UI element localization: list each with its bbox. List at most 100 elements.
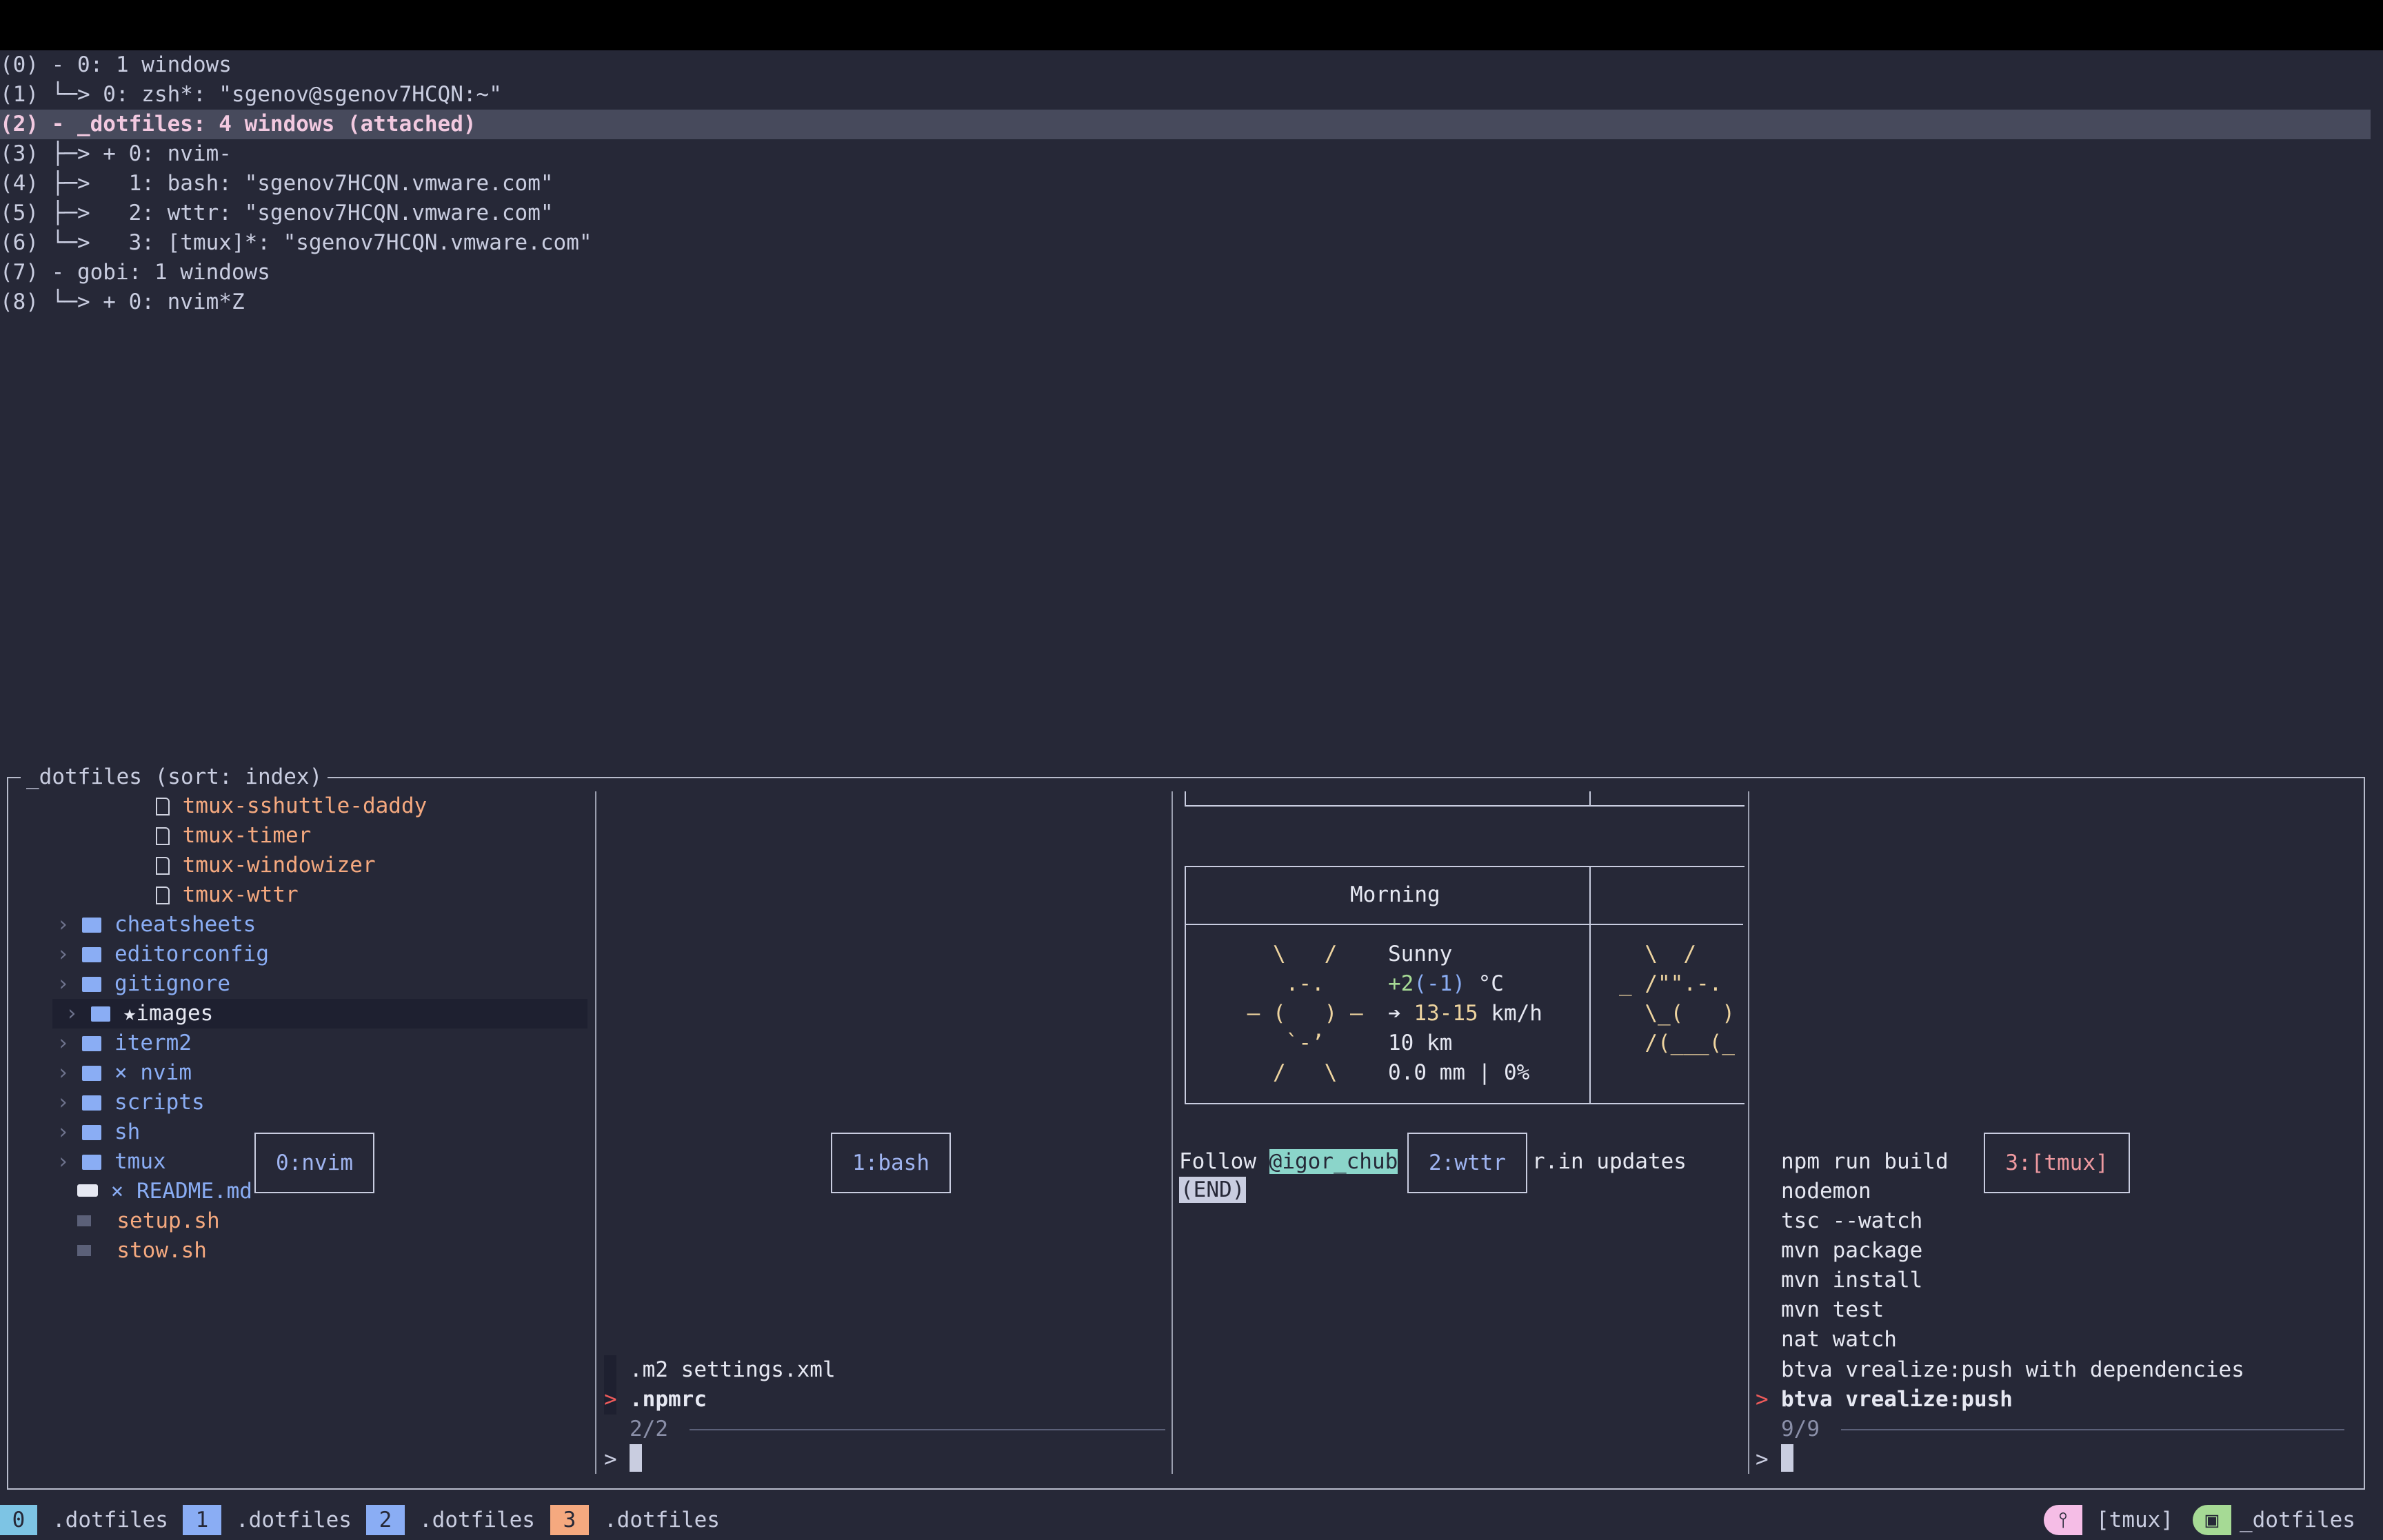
folder-icon	[82, 947, 102, 962]
list-item[interactable]: .m2 settings.xml	[630, 1355, 836, 1385]
list-item[interactable]: nat watch	[1781, 1325, 1897, 1355]
list-item-selected[interactable]: btva vrealize:push	[1781, 1385, 2013, 1415]
status-bar	[0, 1504, 2383, 1540]
list-item[interactable]: btva vrealize:push with dependencies	[1781, 1355, 2244, 1385]
text-cursor	[1781, 1444, 1794, 1472]
tree-row[interactable]: (8) └─> + 0: nvim*Z	[0, 287, 245, 317]
chevron-right-icon: ›	[57, 1119, 70, 1144]
file-icon	[156, 857, 170, 875]
folder-icon	[91, 1006, 111, 1022]
modified-icon: ×	[110, 1179, 137, 1204]
chevron-right-icon: ›	[57, 942, 70, 966]
tree-row-selected[interactable]: (2) - _dotfiles: 4 windows (attached)	[0, 110, 2371, 139]
window-tab-name[interactable]: .dotfiles	[419, 1505, 535, 1535]
fzf-prompt[interactable]: >	[604, 1444, 643, 1475]
window-tab-name-active[interactable]: .dotfiles	[604, 1505, 720, 1535]
tree-folder[interactable]: › gitignore	[57, 969, 230, 999]
pane-label-wttr[interactable]: 2:wttr	[1407, 1133, 1527, 1193]
follow-notice-suffix: r.in updates	[1532, 1149, 1687, 1174]
folder-icon	[82, 1155, 102, 1170]
tree-row[interactable]: (0) - 0: 1 windows	[0, 50, 232, 80]
window-tab-index[interactable]: 1	[183, 1505, 221, 1535]
star-icon: ★	[123, 1001, 137, 1026]
file-icon	[156, 886, 170, 904]
tree-folder[interactable]: › sh	[57, 1117, 140, 1147]
weather-table-divider	[1589, 866, 1591, 1103]
chevron-right-icon: ›	[57, 1090, 70, 1115]
selection-pointer: >	[1756, 1387, 1769, 1412]
list-item[interactable]: nodemon	[1781, 1177, 1871, 1206]
sun-ascii-icon: \ / .-. ― ( ) ― `-’ / \	[1247, 942, 1363, 1085]
tree-row[interactable]: (5) ├─> 2: wttr: "sgenov7HCQN.vmware.com…	[0, 199, 554, 228]
modified-icon: ×	[114, 1060, 141, 1085]
pane-divider	[1748, 791, 1749, 1474]
window-tab-name[interactable]: .dotfiles	[52, 1505, 168, 1535]
window-tab-index[interactable]: 0	[0, 1505, 37, 1535]
window-tab-index-active[interactable]: 3	[550, 1505, 589, 1535]
chevron-right-icon: ›	[57, 912, 70, 937]
divider	[690, 1429, 1165, 1430]
selection-pointer: >	[604, 1387, 617, 1412]
tree-row[interactable]: (7) - gobi: 1 windows	[0, 258, 270, 287]
weather-temp: +2(-1) °C	[1388, 971, 1504, 996]
tree-file[interactable]: tmux-sshuttle-daddy	[156, 791, 427, 821]
pane-label-nvim[interactable]: 0:nvim	[254, 1133, 374, 1193]
folder-icon	[82, 1125, 102, 1140]
pin-icon: ⫯	[2044, 1505, 2082, 1535]
list-item[interactable]: npm run build	[1781, 1147, 1949, 1177]
list-item[interactable]: mvn test	[1781, 1295, 1884, 1325]
folder-icon	[82, 977, 102, 992]
tree-folder[interactable]: › editorconfig	[57, 940, 269, 969]
status-mode: [tmux]	[2096, 1508, 2173, 1532]
partly-cloudy-ascii-icon: \ / _ /"".-. \_( ) /(___(_	[1619, 942, 1735, 1055]
pane-divider	[595, 791, 596, 1474]
tree-folder[interactable]: › × nvim	[57, 1058, 192, 1088]
list-item[interactable]: mvn install	[1781, 1266, 1922, 1295]
list-item[interactable]: mvn package	[1781, 1236, 1922, 1266]
tree-file[interactable]: tmux-wttr	[156, 880, 299, 910]
window-tab-index[interactable]: 2	[366, 1505, 405, 1535]
weather-condition: Sunny	[1388, 942, 1453, 966]
tree-folder[interactable]: › scripts	[57, 1088, 205, 1117]
tree-folder[interactable]: › tmux	[57, 1147, 166, 1177]
tree-file[interactable]: tmux-timer	[156, 821, 311, 851]
tree-file[interactable]: tmux-windowizer	[156, 851, 376, 880]
weather-wind: ➔ 13-15 km/h	[1388, 1001, 1542, 1026]
fzf-prompt[interactable]: >	[1756, 1444, 1794, 1475]
tree-row[interactable]: (6) └─> 3: [tmux]*: "sgenov7HCQN.vmware.…	[0, 228, 592, 258]
weather-table-divider	[1589, 791, 1591, 805]
pager-end: (END)	[1179, 1177, 1247, 1203]
chevron-right-icon: ›	[57, 1060, 70, 1085]
folder-icon	[82, 1066, 102, 1081]
folder-icon	[82, 918, 102, 933]
terminal-icon	[77, 1245, 91, 1256]
weather-table-rule	[1185, 924, 1743, 925]
tree-file[interactable]: × README.md	[77, 1177, 252, 1206]
divider	[1841, 1429, 2344, 1430]
chevron-right-icon: ›	[65, 1001, 79, 1026]
folder-icon	[82, 1095, 102, 1111]
tree-folder[interactable]: › cheatsheets	[57, 910, 256, 940]
chevron-right-icon: ›	[57, 971, 70, 996]
window-tab-name[interactable]: .dotfiles	[236, 1505, 352, 1535]
pane-label-tmux[interactable]: 3:[tmux]	[1984, 1133, 2130, 1193]
tree-file[interactable]: setup.sh	[77, 1206, 220, 1236]
tree-row[interactable]: (4) ├─> 1: bash: "sgenov7HCQN.vmware.com…	[0, 169, 554, 199]
tree-folder-selected[interactable]: › ★images	[52, 999, 587, 1029]
list-item[interactable]: tsc --watch	[1781, 1206, 1922, 1236]
tree-row[interactable]: (3) ├─> + 0: nvim-	[0, 139, 232, 169]
match-count: 2/2	[630, 1417, 668, 1441]
text-cursor	[630, 1444, 643, 1472]
tree-row[interactable]: (1) └─> 0: zsh*: "sgenov@sgenov7HCQN:~"	[0, 80, 502, 110]
chevron-right-icon: ›	[57, 1031, 70, 1055]
status-session: _dotfiles	[2240, 1508, 2355, 1532]
list-item-selected[interactable]: .npmrc	[630, 1385, 707, 1415]
weather-period: Morning	[1350, 882, 1440, 907]
tree-folder[interactable]: › iterm2	[57, 1029, 192, 1058]
tree-file[interactable]: stow.sh	[77, 1236, 207, 1266]
pane-divider	[1172, 791, 1173, 1474]
terminal-icon	[77, 1215, 91, 1226]
weather-table-top	[1185, 791, 1744, 807]
file-icon	[156, 798, 170, 815]
pane-label-bash[interactable]: 1:bash	[831, 1133, 951, 1193]
